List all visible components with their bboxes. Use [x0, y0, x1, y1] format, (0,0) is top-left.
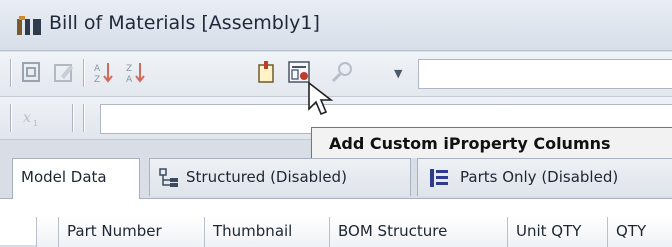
- column-header-bom-structure[interactable]: BOM Structure: [329, 217, 507, 247]
- column-header-label: Part Number: [67, 222, 162, 240]
- column-header-part-number[interactable]: Part Number: [58, 217, 204, 247]
- column-header-label: BOM Structure: [338, 222, 448, 240]
- tab-structured[interactable]: Structured (Disabled): [149, 158, 411, 196]
- edit-icon[interactable]: [52, 60, 76, 84]
- sort-descending-icon[interactable]: Z A: [124, 60, 148, 84]
- toolbar-separator: [72, 104, 73, 132]
- column-header-label: Thumbnail: [213, 222, 293, 240]
- bom-icon: [17, 16, 41, 35]
- tab-label: Model Data: [21, 168, 107, 186]
- find-combo-box[interactable]: [418, 59, 672, 89]
- column-header-qty[interactable]: QTY: [607, 217, 672, 247]
- svg-text:Z: Z: [126, 64, 132, 74]
- column-header-thumbnail[interactable]: Thumbnail: [204, 217, 329, 247]
- chevron-down-icon[interactable]: ▼: [394, 67, 402, 80]
- sort-ascending-icon[interactable]: A Z: [92, 60, 116, 84]
- export-icon[interactable]: [20, 60, 44, 84]
- tab-strip: Model Data Structured (Disabled) Parts O…: [0, 158, 672, 199]
- structured-icon: [159, 168, 178, 187]
- tab-label: Parts Only (Disabled): [460, 168, 619, 186]
- window-title: Bill of Materials [Assembly1]: [49, 12, 320, 34]
- row-selector-header[interactable]: [36, 217, 58, 247]
- tab-label: Structured (Disabled): [186, 168, 347, 186]
- column-header-label: Unit QTY: [516, 222, 582, 240]
- tooltip: Add Custom iProperty Columns: [311, 127, 672, 159]
- toolbar-separator: [83, 59, 84, 87]
- column-header-unit-qty[interactable]: Unit QTY: [507, 217, 607, 247]
- toolbar-separator: [83, 104, 84, 132]
- mouse-cursor-icon: [308, 81, 334, 116]
- tooltip-text: Add Custom iProperty Columns: [329, 134, 611, 153]
- svg-text:1: 1: [33, 119, 38, 128]
- parts-only-icon: [430, 169, 448, 187]
- title-bar: Bill of Materials [Assembly1]: [0, 0, 672, 51]
- tab-model-data[interactable]: Model Data: [12, 158, 140, 199]
- formula-icon[interactable]: x 1: [20, 106, 44, 130]
- svg-text:A: A: [126, 75, 133, 84]
- svg-text:A: A: [94, 64, 101, 74]
- bom-table: Part Number Thumbnail BOM Structure Unit…: [0, 198, 672, 247]
- toolbar-separator: [10, 104, 11, 132]
- svg-text:Z: Z: [94, 75, 100, 84]
- choose-columns-icon[interactable]: [254, 60, 278, 84]
- tab-parts-only[interactable]: Parts Only (Disabled): [417, 158, 672, 196]
- toolbar-separator: [10, 59, 11, 87]
- column-header-label: QTY: [616, 222, 647, 240]
- svg-text:x: x: [23, 110, 31, 126]
